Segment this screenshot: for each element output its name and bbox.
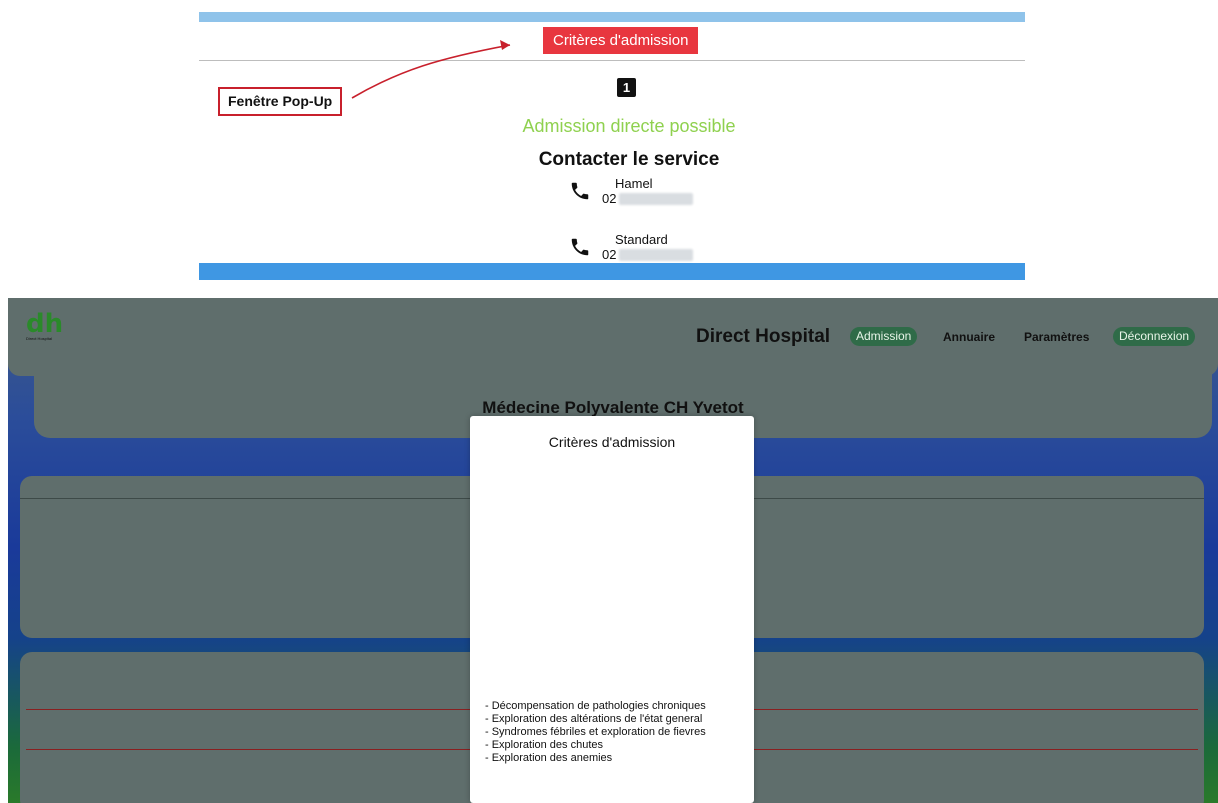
phone-icon xyxy=(571,238,589,256)
admission-status: Admission directe possible xyxy=(522,116,736,136)
criteria-list: - Décompensation de pathologies chroniqu… xyxy=(485,700,706,765)
excerpt-top-bar xyxy=(199,12,1025,22)
modal-title: Critères d'admission xyxy=(548,434,676,450)
contact-heading: Contacter le service xyxy=(538,149,720,170)
excerpt-divider xyxy=(199,60,1025,61)
contact-number: 02 xyxy=(602,191,617,206)
page-title: Médecine Polyvalente CH Yvetot xyxy=(482,398,744,417)
step-badge: 1 xyxy=(617,78,636,97)
nav-annuaire[interactable]: Annuaire xyxy=(943,328,995,347)
contact-name: Standard xyxy=(615,232,668,247)
nav-deconnexion[interactable]: Déconnexion xyxy=(1113,327,1196,346)
brand-name: Direct Hospital xyxy=(696,326,831,347)
app-logo[interactable]: dh Direct Hospital xyxy=(26,309,66,348)
app-screenshot: dh Direct Hospital Direct Hospital Admis… xyxy=(8,298,1218,803)
logo-mark: dh xyxy=(26,309,64,339)
popup-callout-label: Fenêtre Pop-Up xyxy=(218,87,343,116)
list-item: - Exploration des altérations de l'état … xyxy=(485,713,703,725)
criteria-tab[interactable]: Critères d'admission xyxy=(543,27,699,54)
contact-hamel[interactable]: Hamel 02 xyxy=(569,176,729,212)
list-item: - Exploration des chutes xyxy=(485,739,604,751)
redacted-number xyxy=(619,249,693,261)
popup-excerpt: Critères d'admission 1 Admission directe… xyxy=(199,12,1025,280)
phone-icon xyxy=(571,182,589,200)
list-item: - Exploration des anemies xyxy=(485,752,613,764)
list-item: - Décompensation de pathologies chroniqu… xyxy=(485,700,706,712)
list-item: - Syndromes fébriles et exploration de f… xyxy=(485,726,706,738)
excerpt-bottom-bar xyxy=(199,263,1025,280)
nav-admission[interactable]: Admission xyxy=(850,327,918,346)
contact-number: 02 xyxy=(602,247,617,262)
admission-criteria-modal[interactable]: Critères d'admission - Décompensation de… xyxy=(470,416,754,803)
nav-parametres[interactable]: Paramètres xyxy=(1024,328,1089,347)
contact-name: Hamel xyxy=(615,176,653,191)
redacted-number xyxy=(619,193,693,205)
